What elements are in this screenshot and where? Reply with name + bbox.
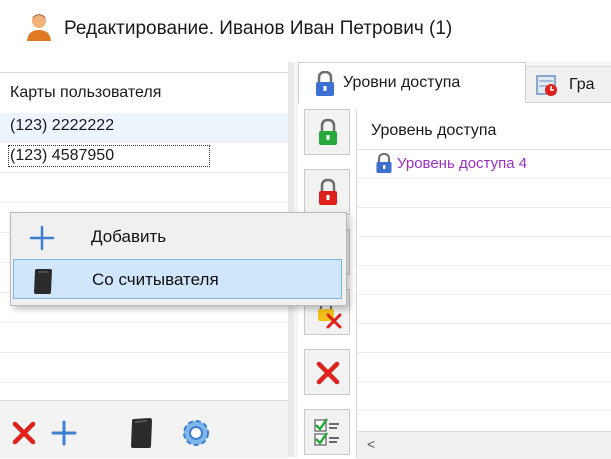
access-levels-grid: Уровень доступа Уровень доступа 4 < <box>356 109 611 459</box>
access-level-name: Уровень доступа 4 <box>397 155 528 172</box>
settings-icon <box>183 420 209 446</box>
grant-access-button[interactable] <box>304 109 350 155</box>
table-row[interactable] <box>357 353 611 382</box>
tab-label: Уровни доступа <box>343 74 461 91</box>
add-icon <box>29 225 55 251</box>
table-row[interactable] <box>357 208 611 237</box>
lock-icon <box>316 71 334 96</box>
lock-icon <box>376 153 392 173</box>
table-row[interactable] <box>357 266 611 295</box>
list-item[interactable]: (123) 4587950 <box>0 143 288 173</box>
list-item[interactable]: (123) 2222222 <box>0 113 288 143</box>
card-number: (123) 2222222 <box>10 117 115 134</box>
column-header-label: Уровень доступа <box>371 122 497 139</box>
title-bar: Редактирование. Иванов Иван Петрович (1) <box>0 0 611 62</box>
checklist-icon <box>314 418 339 446</box>
menu-item-label: Добавить <box>91 227 167 246</box>
delete-icon <box>316 361 340 385</box>
card-reader-icon <box>34 269 52 294</box>
scroll-left-arrow[interactable]: < <box>367 436 375 452</box>
list-item[interactable] <box>0 323 288 353</box>
tab-label: Гра <box>569 76 595 93</box>
lock-red-icon <box>319 178 337 205</box>
add-card-button[interactable] <box>46 413 82 451</box>
check-list-button[interactable] <box>304 409 350 455</box>
menu-item-label: Со считывателя <box>92 270 219 289</box>
menu-item-from-reader[interactable]: Со считывателя <box>13 259 342 299</box>
window-title: Редактирование. Иванов Иван Петрович (1) <box>64 18 453 39</box>
add-icon <box>51 420 77 446</box>
table-row[interactable] <box>357 295 611 324</box>
tab-schedule[interactable]: Гра <box>524 66 611 103</box>
table-row[interactable] <box>357 324 611 353</box>
table-row[interactable] <box>357 179 611 208</box>
tab-access-levels[interactable]: Уровни доступа <box>298 62 526 103</box>
delete-icon <box>12 421 36 445</box>
access-level-column-header[interactable]: Уровень доступа <box>357 109 611 150</box>
menu-item-add[interactable]: Добавить <box>13 217 342 257</box>
cards-column-header[interactable]: Карты пользователя <box>0 72 288 114</box>
unlock-green-icon <box>319 118 337 145</box>
card-reader-button[interactable] <box>124 413 160 451</box>
settings-button[interactable] <box>178 413 214 451</box>
cards-toolbar <box>0 400 288 458</box>
add-card-context-menu: Добавить Со считывателя <box>10 212 347 306</box>
card-reader-icon <box>131 418 152 448</box>
list-item[interactable] <box>0 353 288 383</box>
list-item[interactable] <box>0 173 288 203</box>
cards-header-label: Карты пользователя <box>10 84 162 101</box>
horizontal-scrollbar[interactable]: < <box>357 431 611 459</box>
delete-card-button[interactable] <box>6 413 42 451</box>
table-row[interactable] <box>357 237 611 266</box>
schedule-icon <box>536 75 557 96</box>
delete-access-button[interactable] <box>304 349 350 395</box>
card-number: (123) 4587950 <box>7 145 211 167</box>
table-row[interactable] <box>357 382 611 411</box>
table-row[interactable]: Уровень доступа 4 <box>357 150 611 179</box>
user-icon <box>27 14 51 41</box>
deny-access-button[interactable] <box>304 169 350 215</box>
access-levels-list: Уровень доступа 4 <box>357 150 611 411</box>
